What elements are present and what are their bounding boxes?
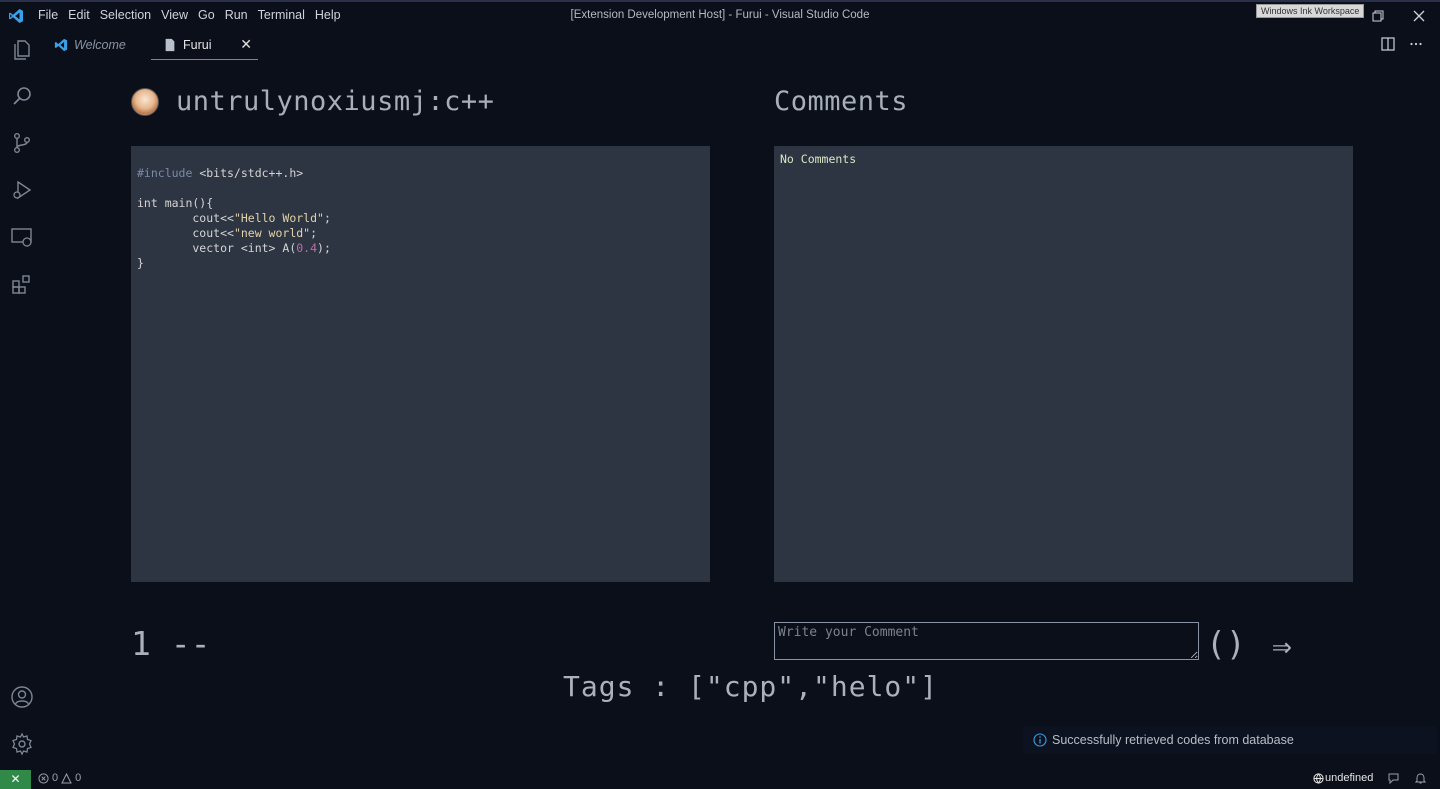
remote-explorer-icon[interactable] (10, 225, 34, 249)
code-line-4: cout<< (137, 226, 234, 240)
activity-bar (0, 30, 44, 768)
code-include-directive: #include (137, 166, 193, 180)
menu-help[interactable]: Help (315, 8, 348, 22)
remote-indicator-icon[interactable]: ✕ (0, 770, 31, 789)
editor-tabs: Welcome Furui ✕ (44, 30, 1440, 60)
notifications-bell-icon[interactable] (1414, 772, 1427, 785)
restore-icon[interactable] (1370, 8, 1386, 24)
code-number: 0.4 (296, 241, 318, 255)
language-indicator[interactable]: undefined (1313, 772, 1373, 784)
notification-toast[interactable]: Successfully retrieved codes from databa… (1023, 726, 1437, 754)
title-bar: File Edit Selection View Go Run Terminal… (0, 0, 1440, 30)
tab-welcome-label: Welcome (74, 38, 126, 52)
split-editor-icon[interactable] (1381, 37, 1395, 51)
code-close: ); (317, 241, 331, 255)
tab-furui[interactable]: Furui ✕ (151, 30, 258, 60)
no-comments-text: No Comments (780, 152, 857, 166)
error-icon (38, 772, 49, 784)
info-icon (1033, 733, 1047, 747)
notification-text: Successfully retrieved codes from databa… (1052, 733, 1294, 747)
more-actions-icon[interactable] (1409, 37, 1423, 51)
send-comment-button[interactable]: ⇒ (1272, 626, 1292, 665)
warning-icon (61, 772, 72, 783)
code-include-header: <bits/stdc++.h> (192, 166, 304, 180)
tab-furui-label: Furui (183, 37, 212, 52)
menu-view[interactable]: View (161, 8, 195, 22)
tab-welcome[interactable]: Welcome (50, 30, 150, 60)
menu-run[interactable]: Run (225, 8, 255, 22)
vscode-tab-icon (54, 38, 68, 52)
comments-title: Comments (774, 86, 909, 117)
close-window-icon[interactable] (1411, 8, 1427, 24)
file-icon (165, 38, 175, 51)
settings-gear-icon[interactable] (10, 732, 34, 756)
code-block: #include <bits/stdc++.h> int main(){ cou… (137, 166, 331, 271)
warning-count: 0 (75, 772, 82, 784)
status-bar: ✕ 0 0 undefined (0, 768, 1440, 789)
problems-indicator[interactable]: 0 0 (38, 772, 81, 784)
code-string: "new world" (233, 226, 311, 240)
code-panel: #include <bits/stdc++.h> int main(){ cou… (131, 146, 710, 582)
globe-icon (1313, 772, 1324, 784)
code-line-3: cout<< (137, 211, 234, 225)
code-line-6: } (137, 256, 144, 270)
close-icon[interactable]: ✕ (240, 36, 252, 53)
source-control-icon[interactable] (10, 131, 34, 155)
ink-workspace-badge[interactable]: Windows Ink Workspace (1256, 4, 1365, 18)
menu-go[interactable]: Go (198, 8, 222, 22)
menu-selection[interactable]: Selection (100, 8, 158, 22)
search-icon[interactable] (10, 84, 34, 108)
menu-file[interactable]: File (38, 8, 65, 22)
avatar (131, 88, 159, 116)
run-debug-icon[interactable] (10, 178, 34, 202)
menu-bar: File Edit Selection View Go Run Terminal… (38, 8, 351, 22)
tags-label: Tags : ["cpp","helo"] (563, 670, 939, 703)
extensions-icon[interactable] (10, 272, 34, 296)
comments-panel: No Comments (774, 146, 1353, 582)
code-main-line: int main(){ (137, 196, 214, 210)
paren-button[interactable]: () (1206, 624, 1246, 663)
comment-input[interactable] (774, 622, 1199, 660)
feedback-icon[interactable] (1387, 772, 1400, 785)
code-line-5: vector <int> A( (137, 241, 297, 255)
post-title: untrulynoxiusmj:c++ (176, 86, 495, 117)
explorer-icon[interactable] (10, 38, 34, 62)
language-label: undefined (1325, 772, 1374, 784)
menu-edit[interactable]: Edit (68, 8, 97, 22)
code-string: "Hello World" (233, 211, 324, 225)
error-count: 0 (52, 772, 59, 784)
account-icon[interactable] (10, 685, 34, 709)
code-semicolon: ; (323, 211, 331, 225)
page-number: 1 -- (131, 624, 211, 663)
code-semicolon: ; (310, 226, 318, 240)
menu-terminal[interactable]: Terminal (258, 8, 312, 22)
vscode-logo-icon (9, 9, 23, 23)
